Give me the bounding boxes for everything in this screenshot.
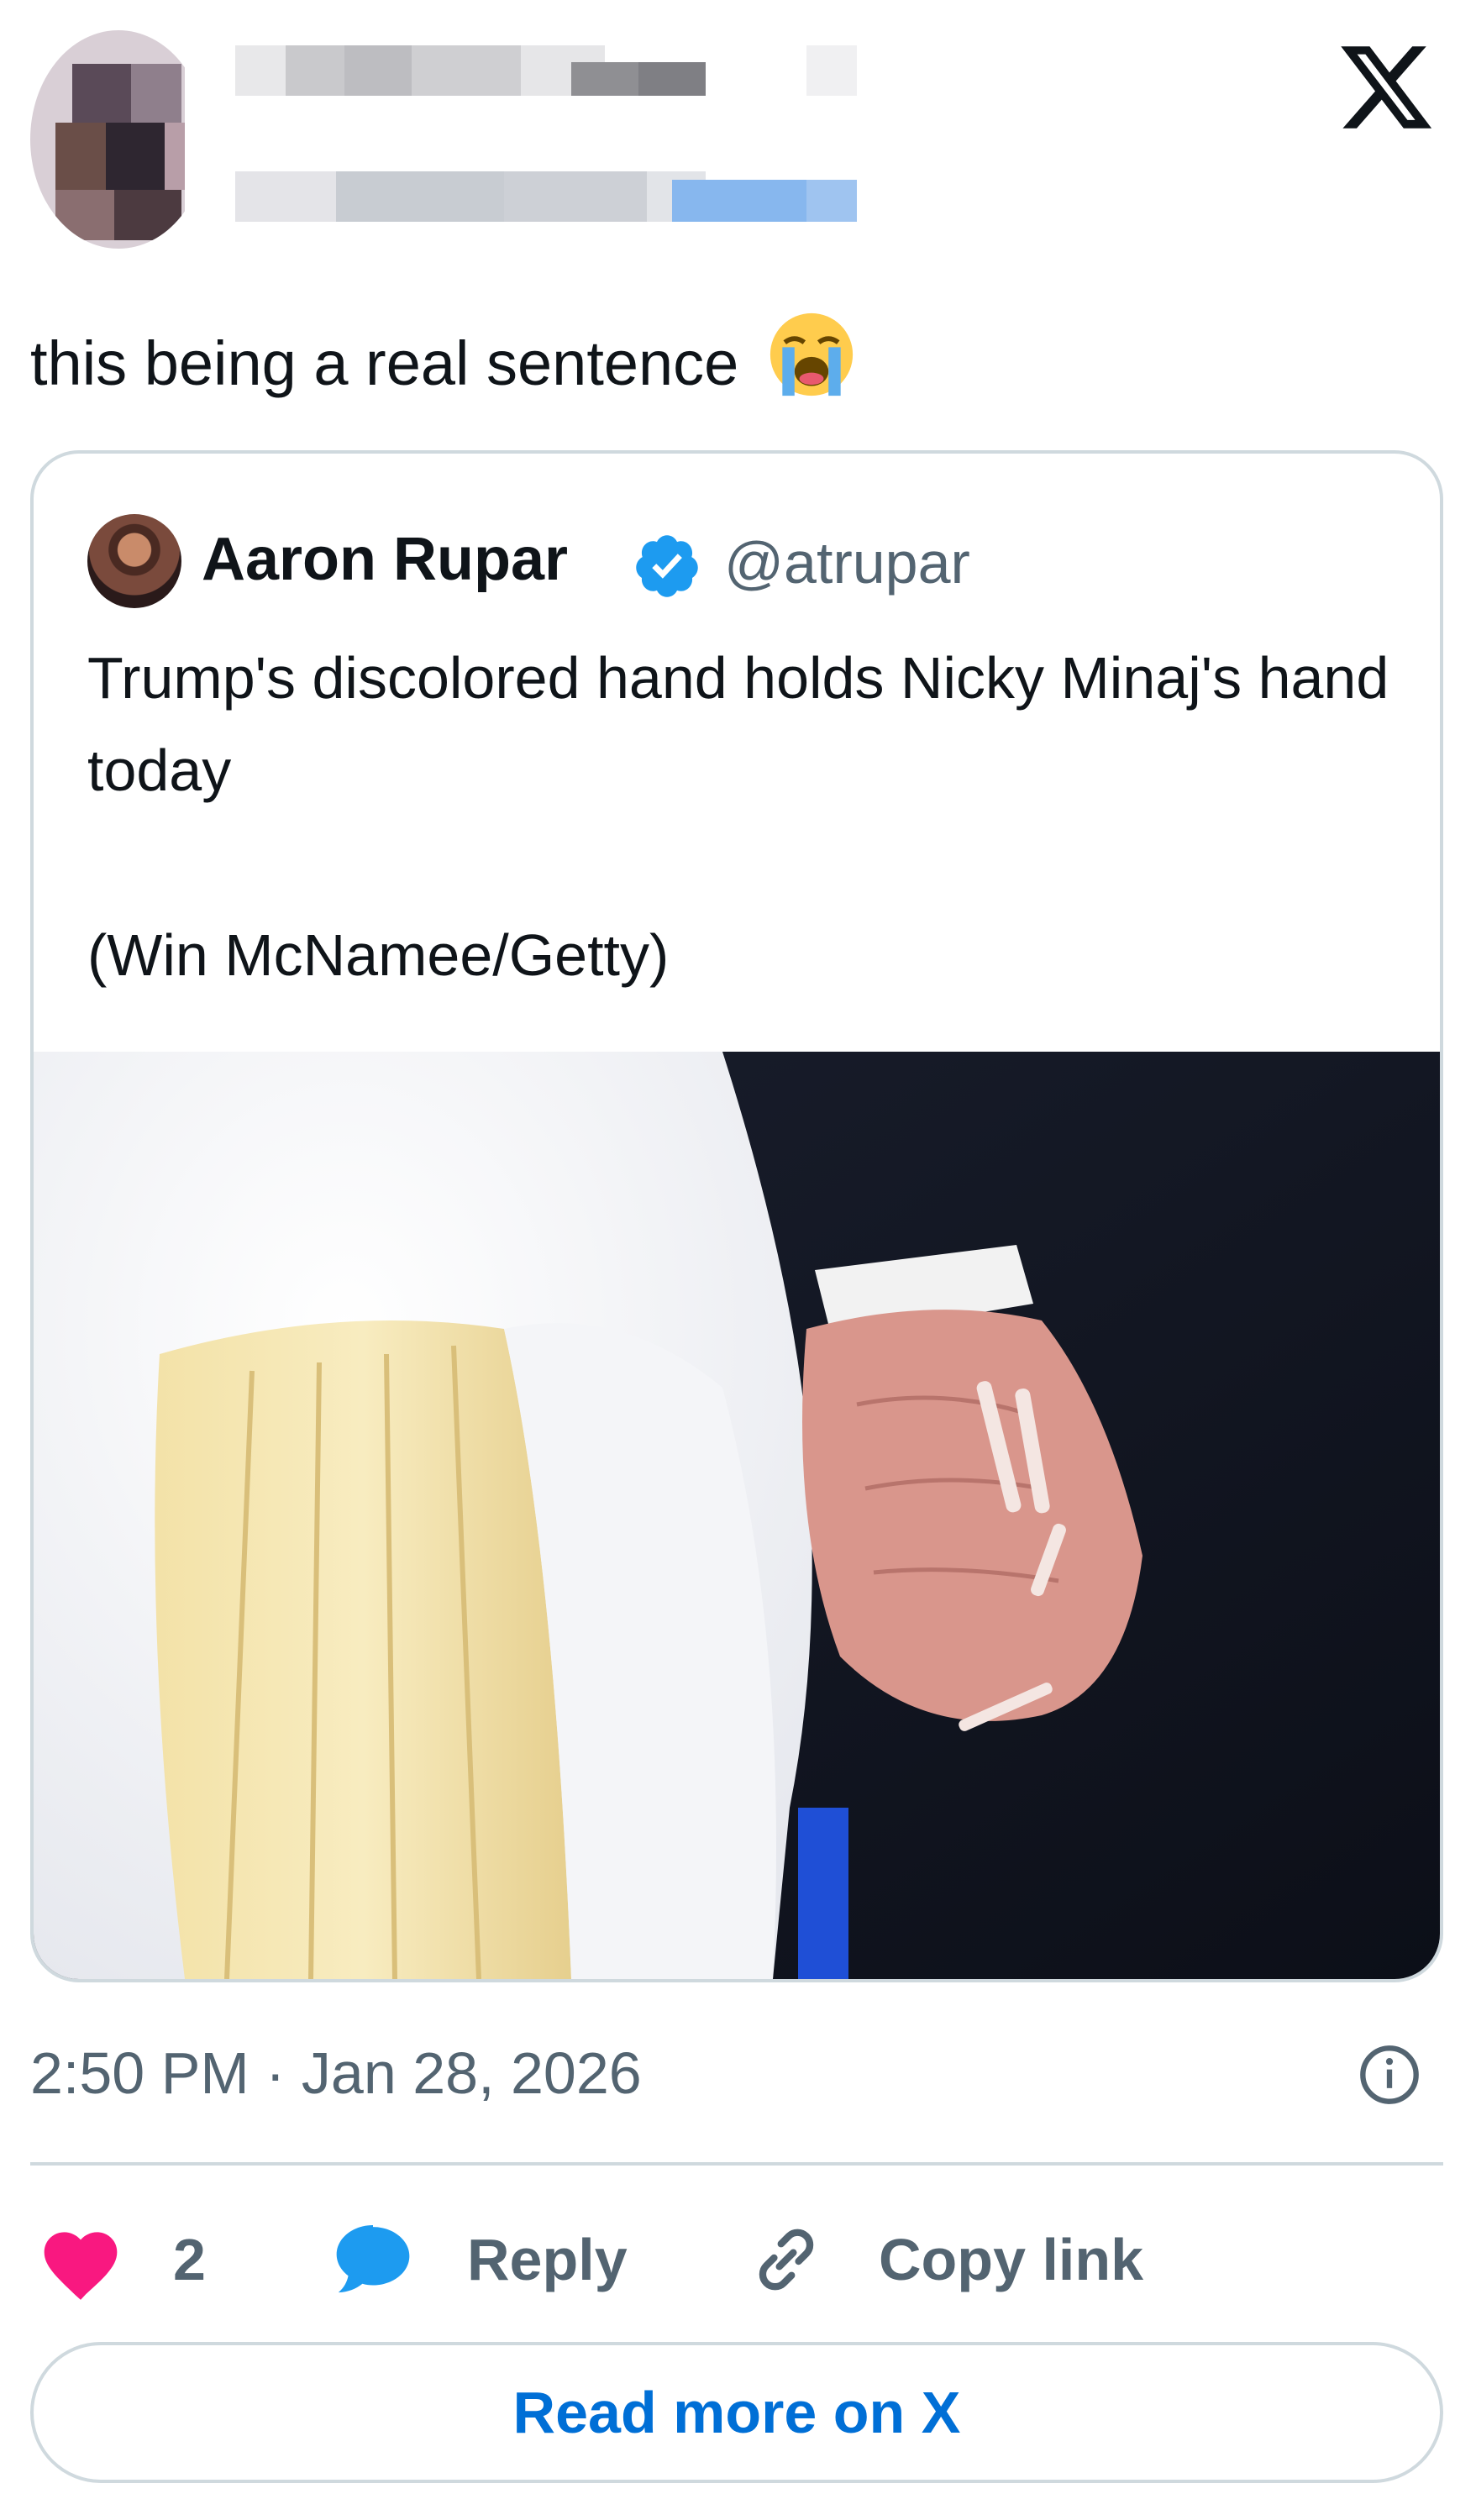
link-icon[interactable] (744, 2218, 828, 2302)
quoted-author-avatar[interactable] (87, 514, 181, 608)
loudly-crying-face-icon (770, 312, 854, 396)
verified-badge-icon (636, 535, 698, 597)
divider (30, 2162, 1443, 2166)
read-more-button[interactable]: Read more on X (30, 2342, 1443, 2483)
quoted-author-name[interactable]: Aaron Rupar (202, 517, 568, 601)
info-icon[interactable] (1358, 2043, 1421, 2107)
quoted-tweet-card[interactable]: Aaron Rupar @atrupar Trump's discolored … (30, 450, 1443, 1982)
tweet-timestamp[interactable]: 2:50 PM · Jan 28, 2026 (30, 2031, 642, 2115)
author-avatar-blurred[interactable] (30, 30, 207, 249)
reply-button[interactable]: Reply (467, 2218, 628, 2302)
tweet-text-content: this being a real sentence (30, 328, 739, 398)
copy-link-button[interactable]: Copy link (879, 2218, 1143, 2302)
quoted-tweet-photo[interactable] (34, 1052, 1440, 1979)
tweet-text: this being a real sentence (30, 311, 855, 406)
quoted-tweet-text: Trump's discolored hand holds Nicky Mina… (87, 645, 1389, 988)
reply-icon[interactable] (329, 2214, 417, 2302)
quoted-author-handle[interactable]: @atrupar (724, 521, 970, 605)
author-name-blurred[interactable] (185, 37, 874, 252)
x-logo-icon[interactable] (1336, 37, 1437, 138)
heart-icon[interactable] (37, 2221, 124, 2302)
like-count[interactable]: 2 (173, 2218, 206, 2302)
read-more-label: Read more on X (512, 2380, 961, 2445)
